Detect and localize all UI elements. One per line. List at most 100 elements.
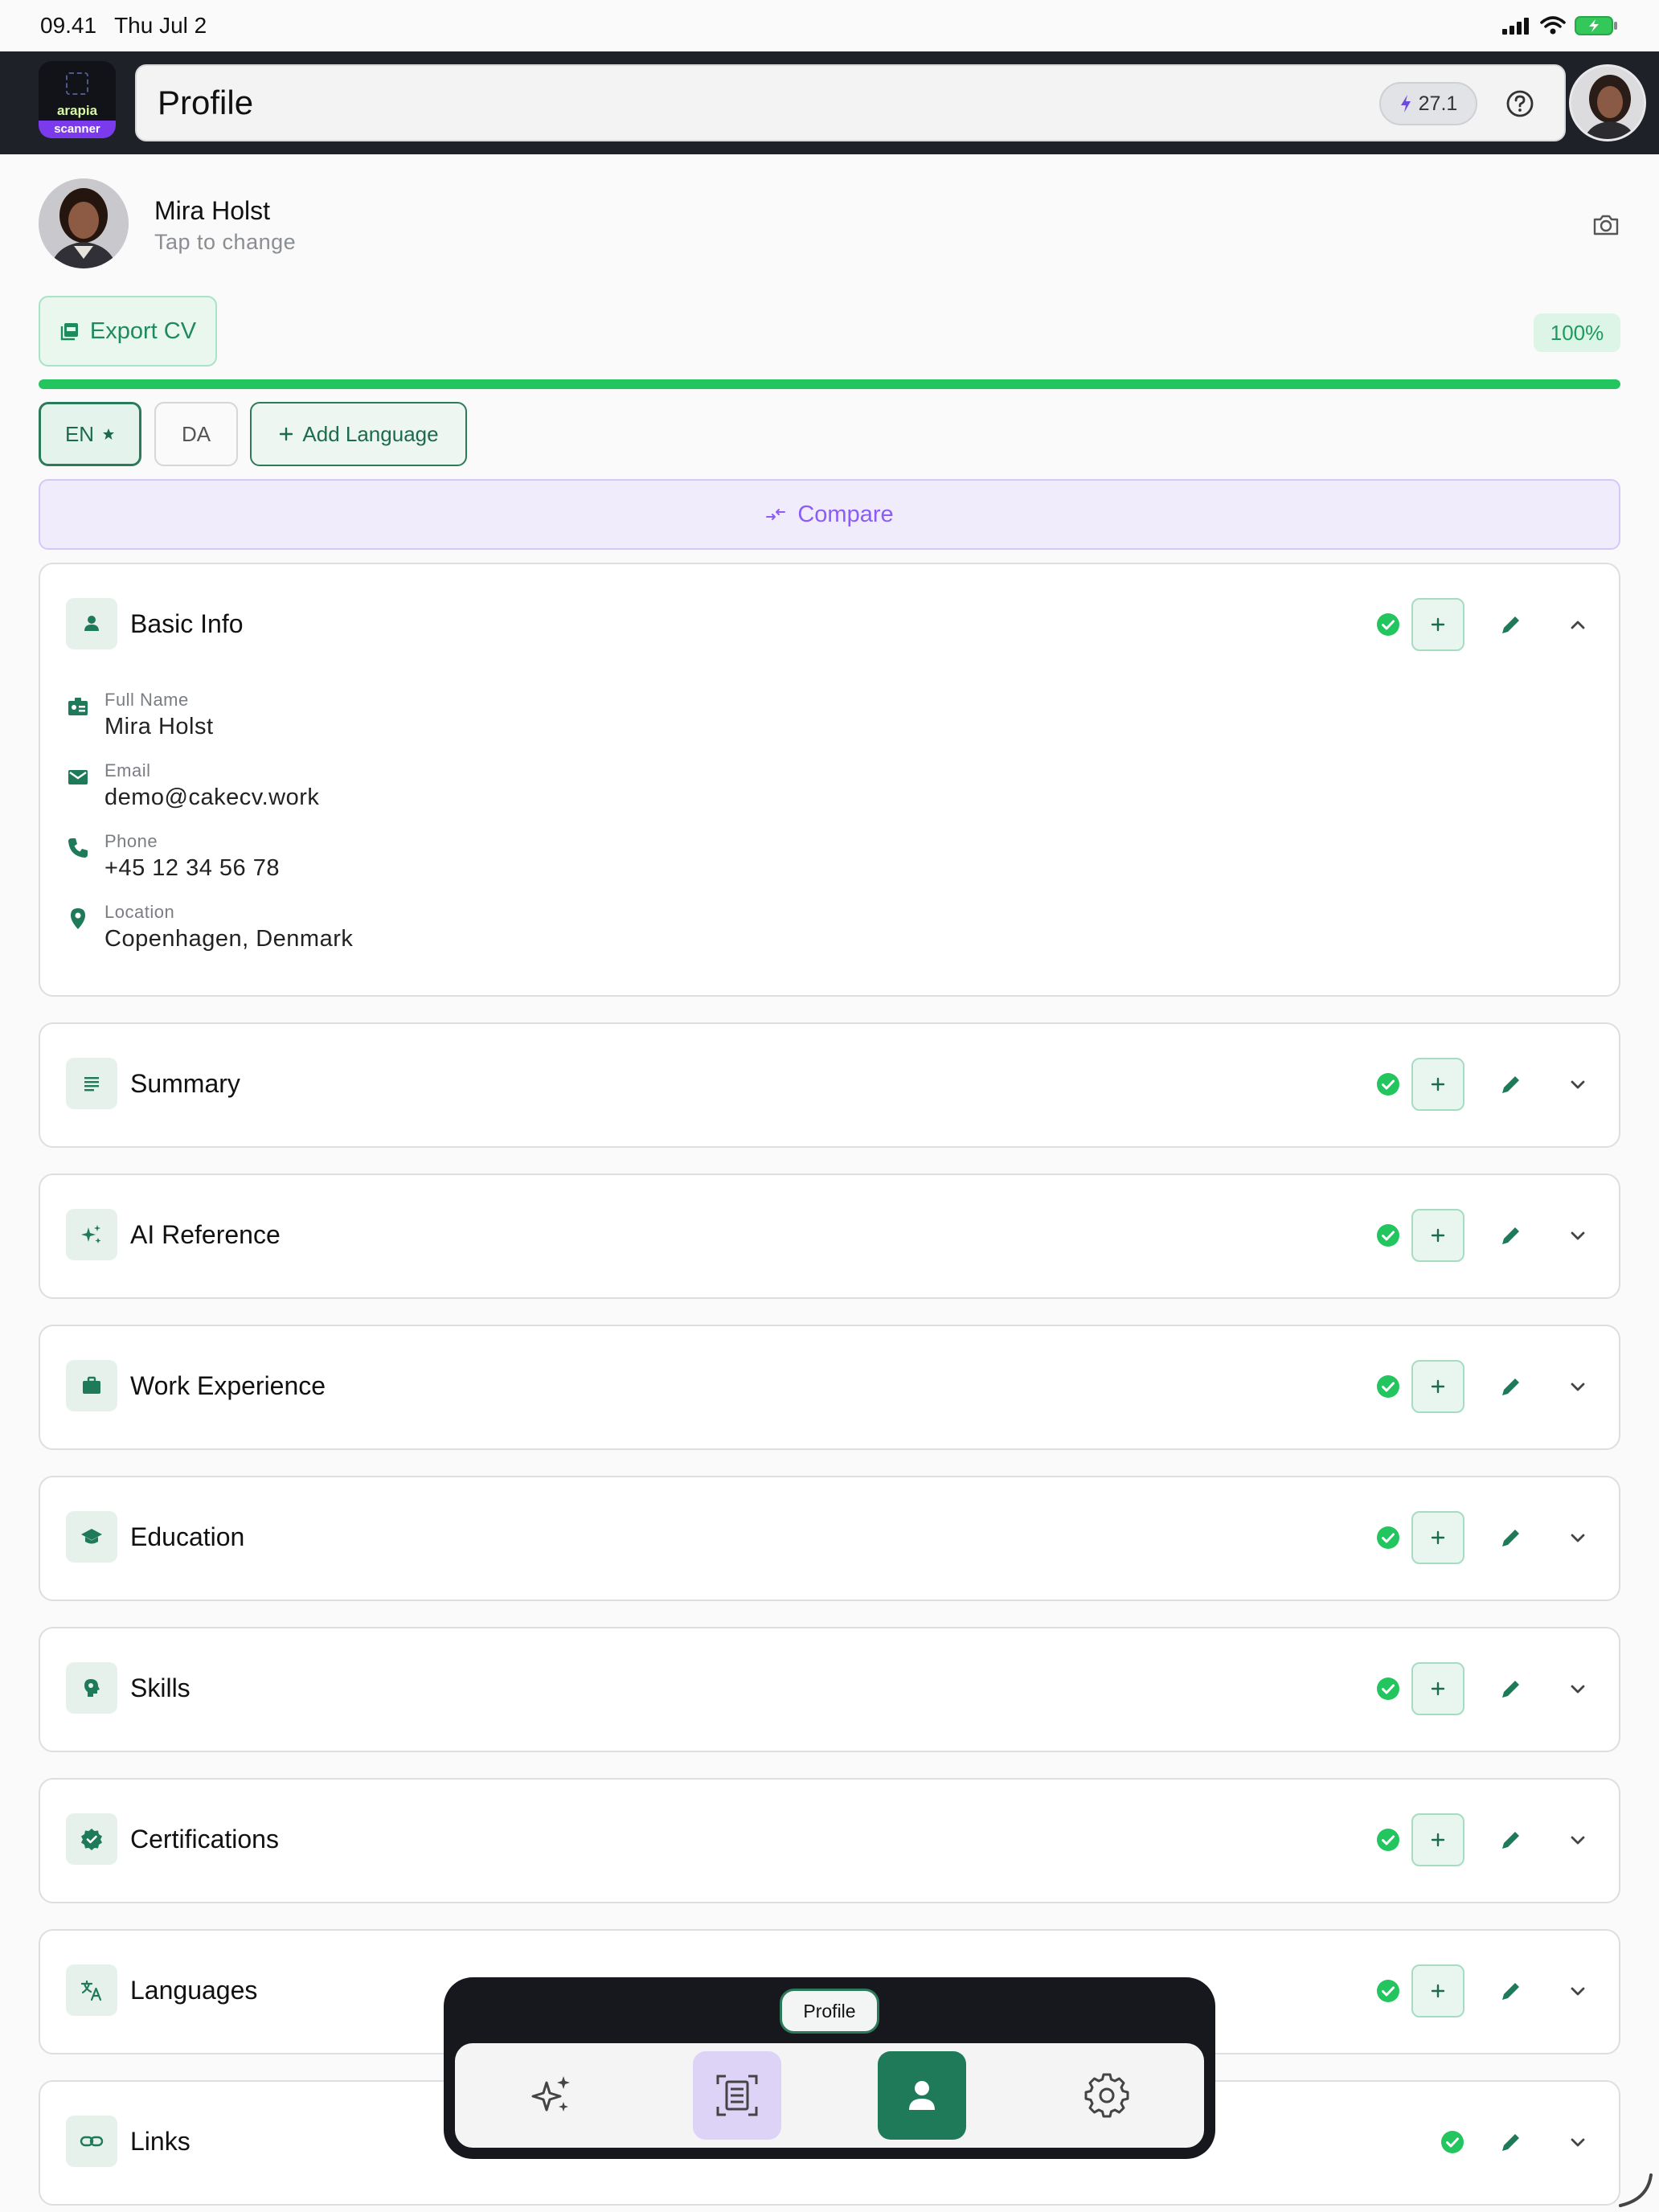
bolt-icon [1400,95,1411,113]
chevron-down-icon[interactable] [1566,1526,1590,1550]
add-language-button[interactable]: Add Language [250,402,467,466]
person-icon [84,616,99,631]
chevron-down-icon[interactable] [1566,1223,1590,1247]
profile-change-hint: Tap to change [154,230,297,254]
avatar-portrait-icon [39,178,129,268]
compare-label: Compare [797,501,894,527]
energy-counter[interactable]: 27.1 [1379,82,1477,125]
field-value: +45 12 34 56 78 [104,855,280,881]
complete-check-icon [1377,1829,1399,1851]
scan-frame-icon [66,72,88,95]
section-ai-reference[interactable]: AI Reference [39,1174,1620,1299]
document-scan-icon [716,2075,758,2116]
completion-progress-fill [39,379,1620,389]
chevron-down-icon[interactable] [1566,1828,1590,1852]
add-entry-button[interactable] [1411,1511,1464,1564]
compare-arrows-icon [766,509,786,520]
add-entry-button[interactable] [1411,1662,1464,1715]
profile-name: Mira Holst [154,196,271,225]
section-skills[interactable]: Skills [39,1627,1620,1752]
section-work-experience[interactable]: Work Experience [39,1325,1620,1450]
page-title-bar: Profile 27.1 [135,64,1566,141]
resize-handle-icon [1619,2173,1653,2207]
add-entry-button[interactable] [1411,1813,1464,1866]
field-phone: Phone +45 12 34 56 78 [66,831,1272,895]
completion-percent: 100% [1534,313,1620,352]
chevron-up-icon[interactable] [1566,612,1590,637]
profile-avatar[interactable] [39,178,129,268]
plus-icon [1431,1077,1445,1092]
field-label: Full Name [104,690,189,710]
language-tab-da-label: DA [181,421,211,446]
nav-item-scanner[interactable] [693,2051,781,2140]
nav-tooltip: Profile [780,1989,879,2034]
field-value: demo@cakecv.work [104,784,320,810]
export-cv-button[interactable]: Export CV [39,296,217,367]
pencil-icon[interactable] [1498,1978,1524,2004]
status-date: Thu Jul 2 [114,13,207,38]
section-summary[interactable]: Summary [39,1022,1620,1148]
plus-icon [1431,617,1445,632]
camera-icon[interactable] [1591,211,1620,240]
field-full-name: Full Name Mira Holst [66,690,1272,754]
section-title: Basic Info [130,609,244,638]
pdf-file-icon [60,323,78,341]
pencil-icon[interactable] [1498,1374,1524,1399]
help-circle-icon[interactable] [1505,88,1535,119]
user-avatar[interactable] [1569,64,1646,141]
status-time: 09.41 [40,13,97,38]
status-icons [1501,15,1619,36]
nav-bar [455,2043,1204,2148]
chevron-down-icon[interactable] [1566,1979,1590,2003]
profile-summary[interactable]: Mira Holst Tap to change [39,178,1620,272]
complete-check-icon [1377,613,1399,636]
sparkles-icon [531,2076,570,2112]
plus-icon [1431,1682,1445,1696]
status-bar: 09.41 Thu Jul 2 [0,0,1659,51]
pencil-icon[interactable] [1498,612,1524,637]
section-education[interactable]: Education [39,1476,1620,1601]
app-logo[interactable]: arapia scanner [39,61,116,138]
chevron-down-icon[interactable] [1566,1677,1590,1701]
complete-check-icon [1441,2131,1464,2153]
language-tab-da[interactable]: DA [154,402,238,466]
pencil-icon[interactable] [1498,2129,1524,2155]
chevron-down-icon[interactable] [1566,1374,1590,1399]
field-label: Email [104,760,151,780]
phone-icon [68,838,88,858]
badge-icon [68,698,88,715]
logo-brand-text: arapia [56,103,98,118]
field-value: Copenhagen, Denmark [104,926,354,952]
section-title: Skills [130,1673,190,1702]
pencil-icon[interactable] [1498,1827,1524,1853]
add-entry-button[interactable] [1411,1360,1464,1413]
pencil-icon[interactable] [1498,1071,1524,1097]
compare-button[interactable]: Compare [39,479,1620,550]
section-title: Links [130,2127,190,2156]
nav-item-settings[interactable] [1063,2051,1151,2140]
section-icon-box [66,1813,117,1865]
add-entry-button[interactable] [1411,1964,1464,2017]
battery-charging-icon [1575,16,1617,35]
add-entry-button[interactable] [1411,1209,1464,1262]
add-entry-button[interactable] [1411,598,1464,651]
cellular-signal-icon [1502,18,1529,35]
language-tab-en[interactable]: EN [39,402,141,466]
chevron-down-icon[interactable] [1566,1072,1590,1096]
section-title: Work Experience [130,1371,326,1400]
pencil-icon[interactable] [1498,1676,1524,1702]
add-entry-button[interactable] [1411,1058,1464,1111]
plus-icon [1431,1379,1445,1394]
chevron-down-icon[interactable] [1566,2130,1590,2154]
section-title: AI Reference [130,1220,281,1249]
field-location: Location Copenhagen, Denmark [66,902,1272,966]
section-basic-info: Basic Info Full Name Mira Holst Email de… [39,563,1620,997]
page-title: Profile [158,84,254,121]
export-cv-label: Export CV [89,317,197,344]
nav-item-ai[interactable] [508,2051,596,2140]
pencil-icon[interactable] [1498,1525,1524,1550]
pencil-icon[interactable] [1498,1223,1524,1248]
completion-progress-bar [39,379,1620,389]
nav-item-profile[interactable] [878,2051,966,2140]
section-certifications[interactable]: Certifications [39,1778,1620,1903]
